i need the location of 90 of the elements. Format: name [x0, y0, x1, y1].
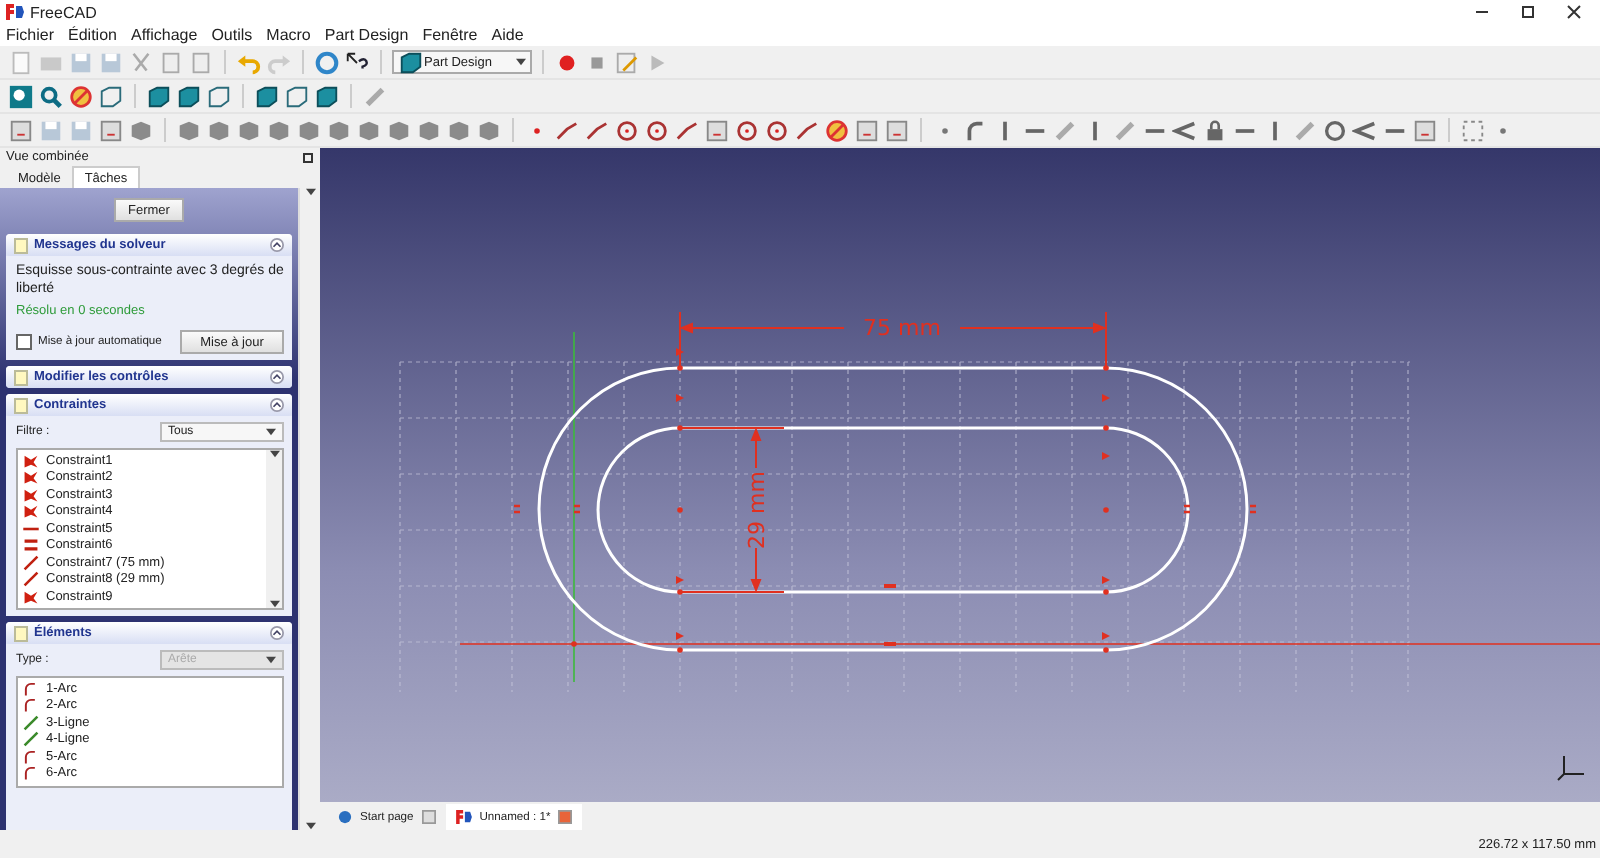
menu-item[interactable]: Outils — [211, 26, 253, 44]
cube-icon[interactable] — [254, 83, 280, 109]
axis-indicator-icon — [1556, 750, 1588, 782]
menu-item[interactable]: Macro — [266, 26, 311, 44]
polyline-icon[interactable] — [674, 117, 700, 143]
circle-icon[interactable] — [1322, 117, 1348, 143]
collapse-icon[interactable] — [270, 238, 284, 252]
cube-outline-icon[interactable] — [206, 83, 232, 109]
block-icon[interactable] — [446, 117, 472, 143]
dimension-label: 29 mm — [744, 471, 770, 549]
polyline-icon[interactable] — [584, 117, 610, 143]
block-icon[interactable] — [206, 117, 232, 143]
constraint-mark — [676, 348, 684, 356]
dimension-label: 75 mm — [863, 315, 941, 341]
app-logo-icon — [6, 4, 24, 20]
constraint-mark — [1102, 632, 1110, 640]
caret-icon — [266, 428, 276, 436]
block-icon[interactable] — [476, 117, 502, 143]
constraint-mark — [676, 576, 684, 584]
diagonal-line-icon — [22, 553, 40, 572]
angle-icon[interactable] — [1172, 117, 1198, 143]
grid-icon[interactable] — [1460, 117, 1486, 143]
cube-outline-icon[interactable] — [284, 83, 310, 109]
diagonal-line-icon — [22, 570, 40, 589]
zoom-icon[interactable] — [8, 83, 34, 109]
sheet-icon[interactable] — [854, 117, 880, 143]
menu-item[interactable]: Aide — [491, 26, 524, 44]
help-icon[interactable] — [344, 49, 370, 75]
block-icon[interactable] — [236, 117, 262, 143]
globe-icon — [338, 810, 352, 824]
prohibited-icon[interactable] — [824, 117, 850, 143]
constraint-icon — [22, 587, 40, 606]
caret-icon — [516, 58, 526, 66]
block-icon[interactable] — [296, 117, 322, 143]
block-icon[interactable] — [416, 117, 442, 143]
caret-icon — [266, 656, 276, 664]
lock-icon[interactable] — [1202, 117, 1228, 143]
block-icon[interactable] — [128, 117, 154, 143]
constraint-mark — [676, 394, 684, 402]
window-title: FreeCAD — [30, 3, 99, 21]
note-icon — [14, 237, 28, 253]
block-icon[interactable] — [356, 117, 382, 143]
note-icon — [14, 625, 28, 641]
menu-item[interactable]: Affichage — [130, 26, 198, 44]
diagonal-line-icon — [22, 730, 40, 749]
caret-icon — [269, 450, 279, 458]
collapse-icon[interactable] — [270, 626, 284, 640]
polyline-icon[interactable] — [554, 117, 580, 143]
caret-icon — [269, 600, 279, 608]
sheet-icon[interactable] — [704, 117, 730, 143]
cube-outline-icon[interactable] — [98, 83, 124, 109]
prohibited-icon[interactable] — [68, 83, 94, 109]
block-icon[interactable] — [266, 117, 292, 143]
block-icon[interactable] — [176, 117, 202, 143]
menu-item[interactable]: Édition — [68, 26, 117, 44]
block-icon[interactable] — [386, 117, 412, 143]
sheet-icon[interactable] — [8, 117, 34, 143]
clipboard-icon[interactable] — [158, 49, 184, 75]
angle-icon[interactable] — [1352, 117, 1378, 143]
diagonal-line-icon — [22, 713, 40, 732]
sheet-icon[interactable] — [884, 117, 910, 143]
notepad-icon[interactable] — [614, 49, 640, 75]
pin-icon[interactable] — [302, 151, 314, 163]
clipboard-icon[interactable] — [188, 49, 214, 75]
circle-icon[interactable] — [734, 117, 760, 143]
circle-icon[interactable] — [764, 117, 790, 143]
collapse-icon[interactable] — [270, 370, 284, 384]
equal-sign-icon — [22, 536, 40, 555]
collapse-icon[interactable] — [270, 398, 284, 412]
caret-icon — [305, 188, 315, 196]
polyline-icon[interactable] — [794, 117, 820, 143]
constraint-mark — [1102, 394, 1110, 402]
menu-item[interactable]: Part Design — [324, 26, 409, 44]
cube-icon[interactable] — [314, 83, 340, 109]
arc-icon[interactable] — [962, 117, 988, 143]
scrollbar[interactable] — [298, 188, 320, 830]
sheet-icon[interactable] — [98, 117, 124, 143]
menu-item[interactable]: Fenêtre — [422, 26, 478, 44]
constraint-mark — [1102, 452, 1110, 460]
sheet-icon[interactable] — [1412, 117, 1438, 143]
cube-icon[interactable] — [146, 83, 172, 109]
search-icon[interactable] — [38, 83, 64, 109]
circle-icon[interactable] — [614, 117, 640, 143]
circle-icon[interactable] — [644, 117, 670, 143]
cube-icon[interactable] — [176, 83, 202, 109]
menu-item[interactable]: Fichier — [6, 26, 55, 44]
block-icon[interactable] — [326, 117, 352, 143]
constraint-mark — [1102, 576, 1110, 584]
constraint-mark — [676, 632, 684, 640]
app-logo-icon — [455, 810, 472, 824]
